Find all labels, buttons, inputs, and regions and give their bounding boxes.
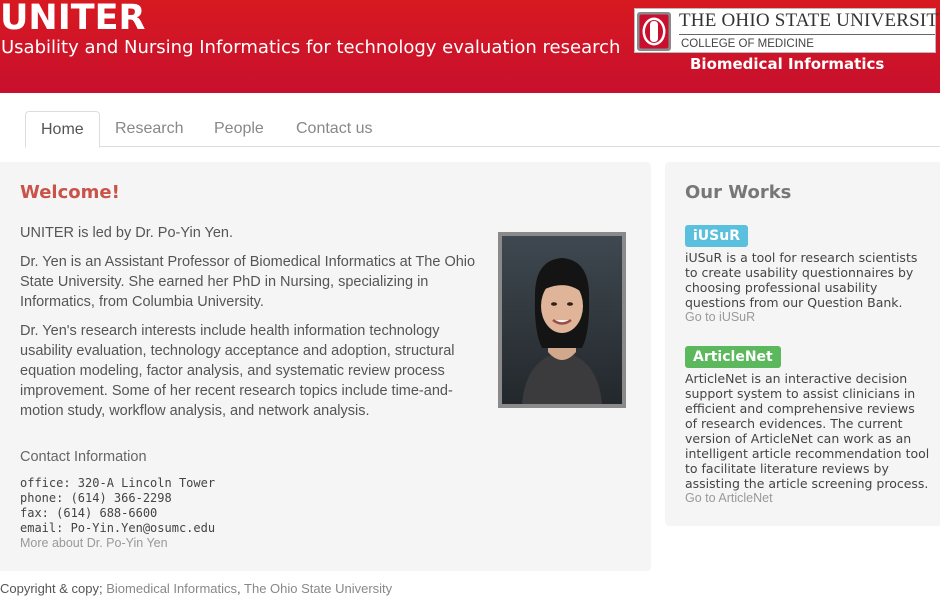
site-title[interactable]: UNITER: [0, 0, 145, 38]
logo-divider: [679, 34, 935, 35]
contact-heading: Contact Information: [20, 449, 147, 465]
welcome-panel: Welcome! UNITER is led by Dr. Po-Yin Yen…: [0, 162, 651, 571]
university-name: THE OHIO STATE UNIVERSITY: [679, 10, 940, 31]
tab-home[interactable]: Home: [25, 111, 100, 148]
iusur-description: iUSuR is a tool for research scientists …: [685, 250, 918, 310]
articlenet-badge[interactable]: ArticleNet: [685, 346, 781, 368]
intro-paragraph: UNITER is led by Dr. Po-Yin Yen.: [20, 225, 234, 241]
contact-office: office: 320-A Lincoln Tower: [20, 476, 216, 490]
osu-logo-block[interactable]: THE OHIO STATE UNIVERSITY COLLEGE OF MED…: [634, 8, 940, 53]
go-to-articlenet-link[interactable]: Go to ArticleNet: [685, 491, 773, 505]
profile-photo: [498, 232, 626, 408]
portrait-image: [502, 236, 622, 404]
footer-bmi-link[interactable]: Biomedical Informatics: [106, 581, 237, 596]
page-footer: Copyright & copy; Biomedical Informatics…: [0, 581, 392, 596]
articlenet-description: ArticleNet is an interactive decision su…: [685, 371, 930, 491]
tab-research[interactable]: Research: [100, 111, 198, 147]
footer-separator: ,: [237, 581, 241, 596]
our-works-panel: Our Works iUSuR iUSuR is a tool for rese…: [665, 162, 940, 526]
department-name: Biomedical Informatics: [690, 55, 885, 73]
copyright-text: Copyright & copy;: [0, 581, 103, 596]
tab-contact-us[interactable]: Contact us: [281, 111, 387, 147]
research-interests-paragraph: Dr. Yen's research interests include hea…: [20, 323, 455, 419]
site-subtitle: Usability and Nursing Informatics for te…: [1, 37, 621, 58]
our-works-heading: Our Works: [685, 182, 792, 203]
contact-email: email: Po-Yin.Yen@osumc.edu: [20, 521, 216, 535]
college-name: COLLEGE OF MEDICINE: [681, 38, 814, 50]
more-about-link[interactable]: More about Dr. Po-Yin Yen: [20, 536, 168, 550]
contact-phone: phone: (614) 366-2298: [20, 491, 172, 505]
iusur-badge[interactable]: iUSuR: [685, 225, 748, 247]
nav-tabs: Home Research People Contact us: [25, 111, 940, 148]
tab-people[interactable]: People: [199, 111, 279, 147]
block-o-logo-icon: [637, 12, 671, 51]
site-header: UNITER Usability and Nursing Informatics…: [0, 0, 940, 93]
welcome-heading: Welcome!: [20, 182, 120, 203]
bio-paragraph: Dr. Yen is an Assistant Professor of Bio…: [20, 254, 476, 310]
footer-osu-link[interactable]: The Ohio State University: [244, 581, 392, 596]
go-to-iusur-link[interactable]: Go to iUSuR: [685, 310, 755, 324]
contact-fax: fax: (614) 688-6600: [20, 506, 158, 520]
